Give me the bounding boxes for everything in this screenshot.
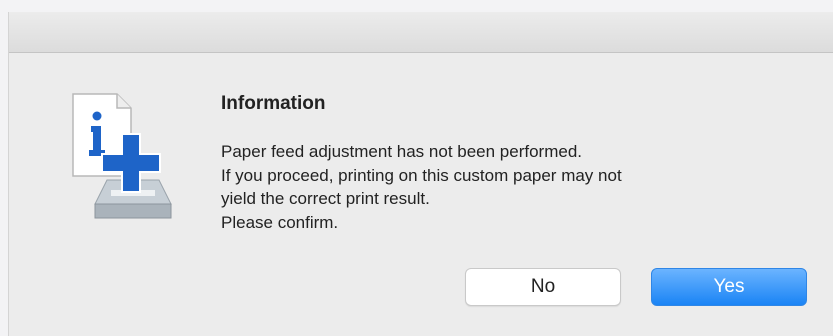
information-dialog: Information Paper feed adjustment has no… — [8, 12, 833, 336]
message-line: If you proceed, printing on this custom … — [221, 165, 622, 185]
dialog-titlebar — [9, 12, 833, 53]
yes-button[interactable]: Yes — [651, 268, 807, 306]
dialog-message: Paper feed adjustment has not been perfo… — [221, 140, 811, 234]
message-line: Paper feed adjustment has not been perfo… — [221, 142, 583, 161]
message-line: yield the correct print result. — [221, 189, 430, 208]
dialog-title: Information — [221, 93, 326, 114]
no-button[interactable]: No — [465, 268, 621, 306]
message-line: Please confirm. — [221, 212, 339, 232]
info-add-paper-icon — [67, 90, 187, 230]
